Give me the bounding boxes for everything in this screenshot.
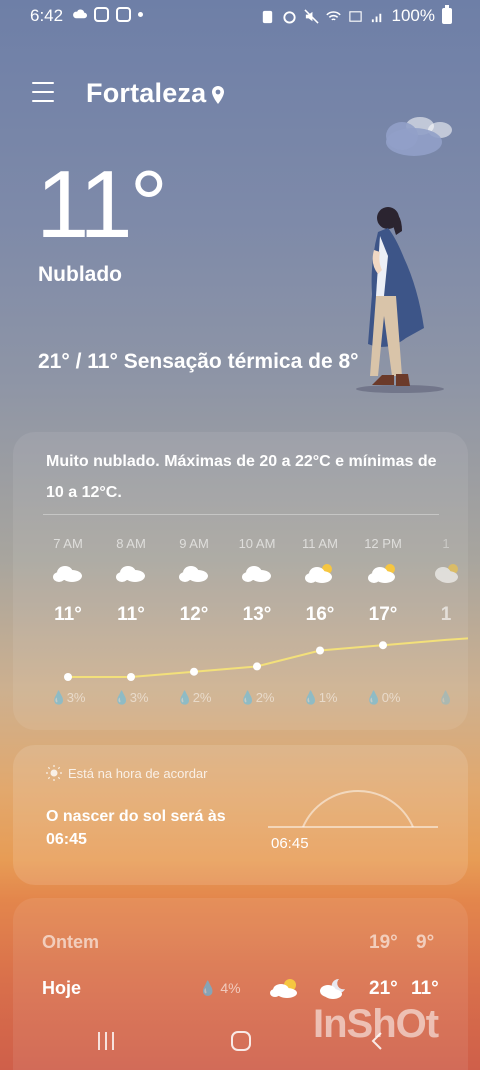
divider bbox=[43, 514, 439, 515]
battery-level: 100% bbox=[391, 6, 435, 25]
hour-temp: 17° bbox=[368, 604, 398, 625]
alarm-icon bbox=[282, 10, 296, 24]
sunrise-tip: Está na hora de acordar bbox=[46, 765, 207, 781]
current-temperature: 11° bbox=[36, 151, 168, 258]
hour-rain: 💧3% bbox=[50, 690, 86, 705]
daily-row-yesterday[interactable]: Ontem 19° 9° bbox=[13, 930, 468, 960]
city-name[interactable]: Fortaleza bbox=[86, 78, 206, 109]
status-bar: 6:42 100% bbox=[0, 0, 480, 34]
dot-icon bbox=[138, 12, 143, 17]
sunrise-tip-text: Está na hora de acordar bbox=[68, 765, 208, 781]
hour-rain: 💧1% bbox=[302, 690, 338, 705]
day-high: 21° bbox=[369, 978, 398, 999]
partly-sunny-icon bbox=[305, 564, 332, 583]
location-pin-icon[interactable] bbox=[210, 85, 226, 105]
cloud-icon bbox=[179, 566, 208, 582]
instagram-icon bbox=[94, 7, 109, 22]
day-low: 11° bbox=[411, 978, 439, 999]
battery-icon bbox=[442, 5, 452, 24]
hour-label: 9 AM bbox=[179, 536, 209, 551]
hour-temp: 13° bbox=[242, 604, 272, 625]
hour-rain: 💧0% bbox=[365, 690, 401, 705]
cloud-icon bbox=[242, 566, 271, 582]
sun-arc bbox=[268, 789, 438, 828]
watermark: InShOt bbox=[313, 1002, 439, 1046]
cloud-icon bbox=[73, 9, 87, 19]
hour-temp: 16° bbox=[305, 604, 335, 625]
cloud-illustration-icon bbox=[386, 117, 452, 156]
hour-temp: 12° bbox=[179, 604, 209, 625]
hour-label: 7 AM bbox=[53, 536, 83, 551]
partly-sunny-icon bbox=[435, 564, 458, 583]
hour-label: 10 AM bbox=[238, 536, 276, 551]
sun-icon bbox=[46, 765, 62, 781]
hour-temp: 11° bbox=[117, 604, 145, 625]
day-name: Ontem bbox=[42, 932, 100, 952]
partly-cloudy-night-icon bbox=[320, 978, 345, 999]
menu-icon[interactable] bbox=[32, 82, 54, 102]
hour-rain: 💧3% bbox=[113, 690, 149, 705]
sunrise-text-line2: 06:45 bbox=[46, 831, 87, 848]
hour-rain: 💧2% bbox=[239, 690, 275, 705]
hour-temp: 11° bbox=[54, 604, 82, 625]
hour-label: 1 bbox=[442, 536, 450, 551]
cloud-icon bbox=[53, 566, 82, 582]
volte-icon bbox=[348, 10, 362, 22]
cloud-icon bbox=[116, 566, 145, 582]
hour-label: 12 PM bbox=[364, 536, 402, 551]
sunrise-text-line1: O nascer do sol será às bbox=[46, 808, 226, 825]
partly-sunny-icon bbox=[270, 979, 297, 998]
hi-lo-feels-like: 21° / 11° Sensação térmica de 8° bbox=[38, 350, 359, 373]
hour-temp: 1 bbox=[440, 604, 452, 625]
hourly-list: 7 AM 11° 💧3% 8 AM 11° 💧3% 9 AM 12° 💧2% 1… bbox=[13, 532, 468, 722]
day-high: 19° bbox=[369, 932, 398, 953]
day-name: Hoje bbox=[42, 978, 82, 998]
sunrise-card[interactable]: Está na hora de acordar O nascer do sol … bbox=[13, 745, 468, 885]
sunrise-time: 06:45 bbox=[271, 835, 309, 852]
status-time: 6:42 bbox=[30, 6, 64, 25]
instagram-icon bbox=[116, 7, 131, 22]
wifi-icon bbox=[325, 10, 341, 20]
hourly-forecast-card[interactable]: Muito nublado. Máximas de 20 a 22°C e mí… bbox=[13, 432, 468, 730]
hour-label: 8 AM bbox=[116, 536, 146, 551]
hour-label: 11 AM bbox=[302, 536, 338, 551]
hour-rain: 💧2% bbox=[176, 690, 212, 705]
forecast-summary: Muito nublado. Máximas de 20 a 22°C e mí… bbox=[46, 453, 437, 501]
current-condition: Nublado bbox=[38, 263, 122, 286]
person-illustration bbox=[356, 207, 444, 393]
day-low: 9° bbox=[416, 932, 435, 953]
hour-rain: 💧 bbox=[437, 690, 455, 705]
day-rain: 💧 4% bbox=[199, 980, 241, 996]
signal-icon bbox=[371, 13, 381, 22]
recent-apps-button[interactable] bbox=[98, 1032, 118, 1050]
battery-saver-icon bbox=[262, 10, 272, 23]
partly-sunny-icon bbox=[368, 564, 395, 583]
mute-icon bbox=[303, 8, 319, 24]
home-button[interactable] bbox=[231, 1031, 251, 1051]
sunrise-text: O nascer do sol será às 06:45 bbox=[46, 805, 226, 851]
